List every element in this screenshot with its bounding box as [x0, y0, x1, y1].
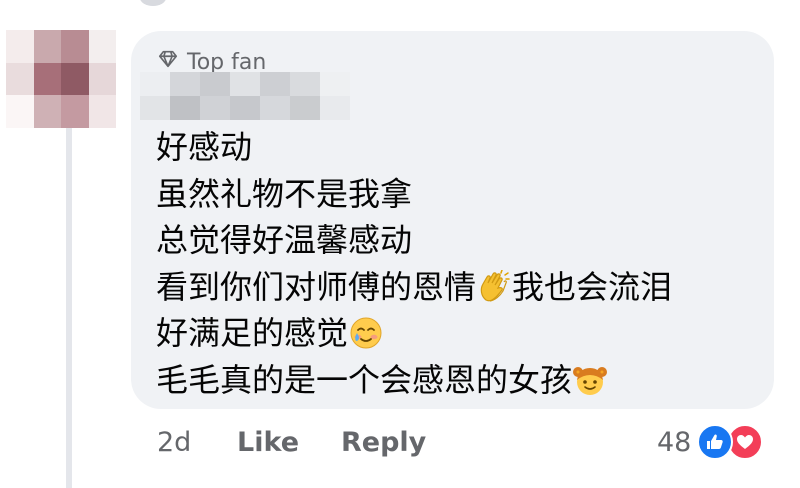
comment-line-text: 看到你们对师傅的恩情 — [156, 267, 477, 306]
like-reaction-icon — [697, 424, 734, 460]
comment-line: 看到你们对师傅的恩情 我也会流泪 — [156, 264, 672, 311]
clapping-hands-emoji — [477, 269, 511, 304]
comment-line: 毛毛真的是一个会感恩的女孩 — [156, 357, 672, 404]
comment-line-text: 好满足的感觉 — [156, 314, 349, 352]
comment-line: 虽然礼物不是我拿 — [156, 171, 672, 218]
comment-timestamp[interactable]: 2d — [157, 427, 237, 458]
badge-label: Top fan — [187, 49, 267, 75]
thread-line — [66, 128, 72, 488]
comment-text: 好感动 虽然礼物不是我拿 总觉得好温馨感动 看到你们对师傅的恩情 我也会流泪 好… — [156, 124, 672, 403]
like-button[interactable]: Like — [237, 427, 341, 458]
avatar[interactable] — [6, 30, 116, 128]
commenter-name-pixelated[interactable] — [140, 72, 350, 120]
comment-line-text: 虽然礼物不是我拿 — [156, 174, 413, 213]
comment-line: 好感动 — [156, 124, 672, 171]
comment-line: 好满足的感觉 — [156, 310, 672, 357]
comment-line-text: 好感动 — [156, 128, 253, 166]
comment-line-text: 我也会流泪 — [512, 267, 673, 306]
smiling-face-with-tear-emoji — [349, 316, 383, 350]
girl-emoji — [573, 363, 608, 397]
reply-button[interactable]: Reply — [341, 427, 426, 458]
reaction-count: 48 — [657, 426, 692, 458]
comment-line: 总觉得好温馨感动 — [156, 217, 672, 264]
comment-actions: 2d Like Reply — [157, 422, 426, 462]
comment-line-text: 总觉得好温馨感动 — [156, 221, 413, 259]
previous-avatar-fragment — [140, 0, 166, 6]
comment-line-text: 毛毛真的是一个会感恩的女孩 — [156, 360, 573, 399]
reactions-summary[interactable]: 48 — [657, 422, 764, 462]
